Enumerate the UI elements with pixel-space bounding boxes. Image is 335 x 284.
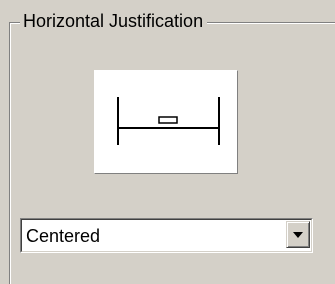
justification-preview [94, 70, 238, 174]
chevron-down-icon [293, 232, 303, 238]
dropdown-selected-value: Centered [26, 226, 101, 246]
horizontal-justification-centered-icon [117, 97, 220, 145]
dropdown-frame: Centered [21, 219, 312, 252]
justification-dropdown[interactable]: Centered [20, 218, 313, 253]
text-block-marker [158, 116, 178, 124]
group-title: Horizontal Justification [20, 9, 208, 33]
justification-panel: { "group": { "title": "Horizontal Justif… [0, 0, 335, 284]
dropdown-button[interactable] [286, 221, 310, 248]
